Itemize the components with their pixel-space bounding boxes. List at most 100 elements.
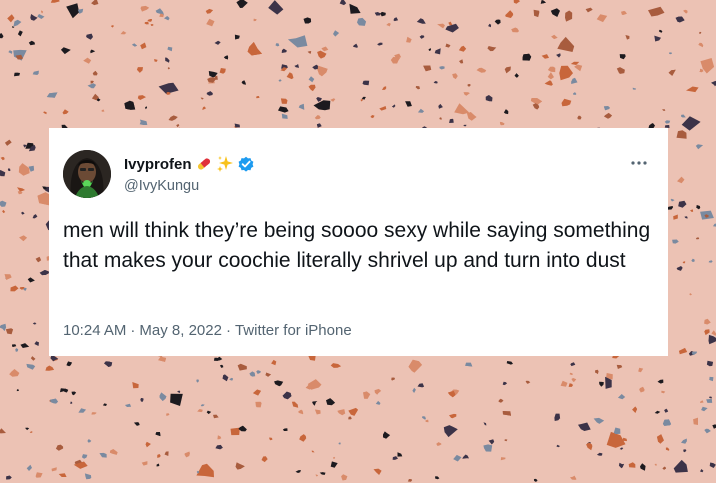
terrazzo-speckle: [70, 401, 73, 404]
avatar[interactable]: [63, 150, 111, 198]
terrazzo-speckle: [452, 73, 458, 80]
terrazzo-speckle: [417, 383, 425, 388]
terrazzo-speckle: [241, 80, 246, 85]
terrazzo-speckle: [45, 365, 55, 371]
terrazzo-speckle: [214, 75, 218, 80]
tweet-time[interactable]: 10:24 AM: [63, 322, 126, 339]
terrazzo-speckle: [159, 392, 167, 401]
terrazzo-speckle: [308, 84, 316, 92]
terrazzo-speckle: [216, 356, 223, 361]
terrazzo-speckle: [434, 48, 441, 55]
terrazzo-speckle: [321, 46, 329, 52]
terrazzo-speckle: [415, 86, 420, 90]
terrazzo-speckle: [453, 454, 462, 462]
terrazzo-speckle: [533, 9, 540, 18]
terrazzo-speckle: [30, 356, 36, 361]
terrazzo-speckle: [449, 118, 454, 123]
terrazzo-speckle: [156, 463, 160, 467]
terrazzo-speckle: [668, 69, 676, 76]
terrazzo-speckle: [596, 14, 608, 23]
terrazzo-speckle: [249, 371, 256, 377]
terrazzo-speckle: [35, 472, 43, 478]
terrazzo-speckle: [438, 103, 443, 109]
terrazzo-speckle: [28, 40, 36, 46]
terrazzo-speckle: [247, 42, 262, 56]
meta-separator: ·: [130, 322, 136, 339]
terrazzo-speckle: [81, 454, 88, 459]
tweet-date[interactable]: May 8, 2022: [139, 322, 222, 339]
terrazzo-speckle: [416, 18, 426, 24]
terrazzo-speckle: [604, 112, 613, 119]
terrazzo-speckle: [462, 454, 469, 459]
terrazzo-speckle: [145, 106, 148, 110]
terrazzo-speckle: [338, 442, 341, 445]
terrazzo-speckle: [375, 400, 381, 405]
terrazzo-speckle: [613, 427, 621, 435]
terrazzo-speckle: [50, 398, 58, 404]
terrazzo-speckle: [437, 23, 445, 29]
terrazzo-speckle: [92, 70, 98, 76]
terrazzo-speckle: [541, 54, 549, 59]
terrazzo-speckle: [206, 91, 213, 96]
terrazzo-speckle: [704, 428, 711, 434]
terrazzo-speckle: [353, 43, 358, 48]
terrazzo-speckle: [699, 31, 702, 34]
terrazzo-speckle: [435, 476, 440, 480]
terrazzo-speckle: [695, 237, 700, 240]
terrazzo-speckle: [708, 260, 713, 263]
terrazzo-speckle: [339, 0, 347, 6]
terrazzo-speckle: [32, 70, 39, 75]
terrazzo-speckle: [166, 413, 170, 416]
terrazzo-speckle: [417, 108, 425, 113]
terrazzo-speckle: [133, 422, 140, 426]
terrazzo-speckle: [454, 103, 470, 115]
terrazzo-speckle: [639, 386, 645, 393]
terrazzo-speckle: [570, 475, 577, 480]
terrazzo-speckle: [428, 48, 431, 51]
terrazzo-speckle: [382, 86, 387, 90]
terrazzo-speckle: [419, 35, 425, 39]
terrazzo-speckle: [308, 76, 315, 83]
terrazzo-speckle: [374, 12, 381, 16]
terrazzo-speckle: [668, 52, 673, 55]
pill-emoji-icon: [197, 158, 210, 170]
terrazzo-speckle: [458, 45, 467, 52]
terrazzo-speckle: [565, 10, 573, 22]
terrazzo-speckle: [202, 106, 207, 110]
terrazzo-speckle: [234, 34, 240, 40]
terrazzo-speckle: [278, 106, 289, 113]
terrazzo-speckle: [291, 401, 299, 408]
terrazzo-speckle: [700, 400, 704, 403]
terrazzo-speckle: [90, 80, 94, 84]
terrazzo-speckle: [299, 434, 307, 442]
terrazzo-speckle: [390, 56, 401, 64]
terrazzo-speckle: [4, 139, 12, 146]
terrazzo-speckle: [397, 452, 403, 457]
terrazzo-speckle: [0, 33, 4, 39]
terrazzo-speckle: [337, 409, 346, 416]
terrazzo-speckle: [230, 427, 240, 436]
terrazzo-speckle: [383, 431, 391, 439]
terrazzo-speckle: [599, 381, 604, 387]
user-handle[interactable]: @IvyKungu: [124, 178, 199, 194]
tweet-source[interactable]: Twitter for iPhone: [235, 322, 352, 339]
terrazzo-speckle: [206, 18, 215, 27]
terrazzo-speckle: [12, 344, 17, 347]
terrazzo-speckle: [104, 361, 113, 367]
terrazzo-speckle: [109, 449, 118, 455]
terrazzo-speckle: [312, 401, 318, 406]
terrazzo-speckle: [439, 66, 445, 70]
terrazzo-speckle: [445, 43, 451, 48]
terrazzo-speckle: [314, 115, 321, 120]
terrazzo-speckle: [8, 50, 13, 54]
terrazzo-speckle: [664, 120, 671, 124]
terrazzo-speckle: [147, 19, 152, 22]
terrazzo-speckle: [661, 390, 666, 394]
display-name[interactable]: Ivyprofen: [124, 155, 255, 173]
more-options-button[interactable]: [628, 152, 650, 174]
terrazzo-speckle: [20, 343, 30, 348]
terrazzo-speckle: [60, 47, 71, 55]
terrazzo-speckle: [662, 419, 672, 426]
terrazzo-speckle: [40, 10, 44, 14]
terrazzo-speckle: [66, 3, 80, 19]
